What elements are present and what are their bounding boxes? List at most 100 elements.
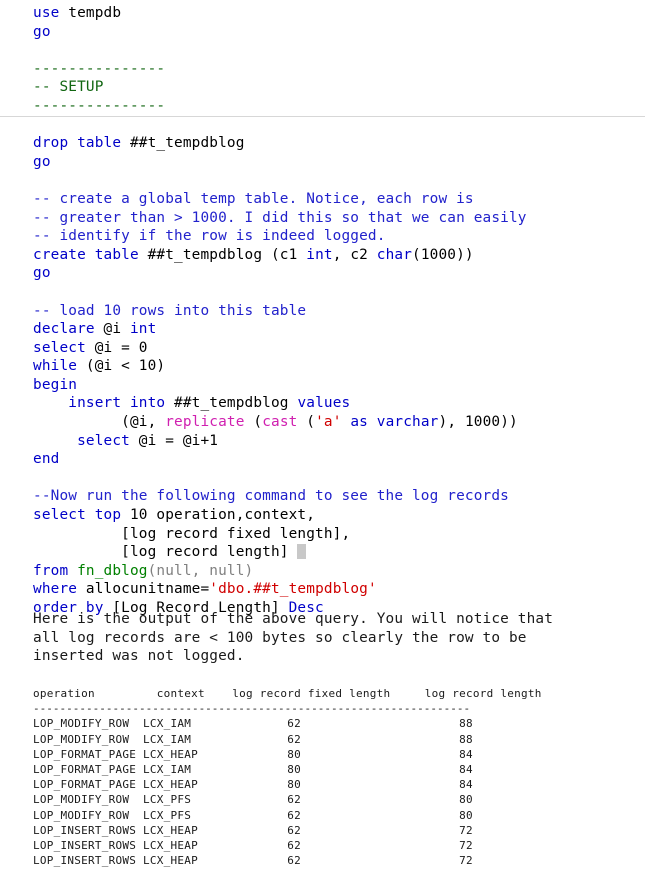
prose-line: Here is the output of the above query. Y…: [33, 611, 554, 627]
code-line: --Now run the following command to see t…: [0, 487, 645, 506]
sql-code-listing[interactable]: use tempdb go --------------- -- SETUP ----…: [0, 4, 645, 618]
code-line: go: [0, 153, 645, 172]
code-token: drop table: [33, 135, 122, 152]
code-token: 10 operation,context,: [121, 507, 316, 524]
results-row: LOP_FORMAT_PAGE LCX_HEAP 80 84: [33, 778, 473, 792]
code-token: , c2: [332, 246, 377, 263]
code-token: select: [77, 432, 130, 449]
code-line: ---------------: [0, 97, 645, 116]
prose-line: inserted was not logged.: [33, 648, 245, 665]
code-token: [log record fixed length],: [33, 525, 351, 542]
code-token: @i = @i+1: [129, 432, 219, 449]
code-token: go: [33, 23, 51, 40]
code-token: ##t_tempdblog: [121, 135, 245, 152]
code-line: go: [0, 23, 645, 42]
code-token: @i = 0: [85, 339, 148, 356]
results-row: LOP_INSERT_ROWS LCX_HEAP 62 72: [33, 823, 473, 837]
code-snippet-page: { "meta": { "language": "tsql", "colors"…: [0, 0, 645, 876]
code-line: -- SETUP: [0, 78, 645, 97]
code-line: select @i = @i+1: [0, 432, 645, 451]
section-divider: [0, 116, 645, 117]
code-token: int: [306, 246, 333, 263]
code-token: @i: [94, 321, 130, 338]
explanatory-prose: Here is the output of the above query. Y…: [0, 610, 645, 666]
code-line: drop table ##t_tempdblog: [0, 134, 645, 153]
code-line: -- greater than > 1000. I did this so th…: [0, 209, 645, 228]
code-token: select: [33, 339, 86, 356]
code-token: ##t_tempdblog: [165, 395, 298, 412]
code-token: select top: [33, 507, 122, 524]
code-token: allocunitname=: [77, 581, 210, 598]
code-token: as varchar: [341, 414, 439, 431]
code-token: ---------------: [33, 97, 166, 114]
code-token: go: [33, 265, 51, 282]
results-row: LOP_MODIFY_ROW LCX_IAM 62 88: [33, 717, 473, 731]
code-token: where: [33, 581, 78, 598]
code-token: tempdb: [59, 5, 122, 21]
code-line: -- identify if the row is indeed logged.: [0, 227, 645, 246]
results-row: LOP_MODIFY_ROW LCX_IAM 62 88: [33, 732, 473, 746]
results-row: LOP_INSERT_ROWS LCX_HEAP 62 72: [33, 854, 473, 868]
code-token: -- load 10 rows into this table: [33, 302, 307, 319]
code-token: --Now run the following command to see t…: [33, 488, 509, 505]
code-token: go: [33, 153, 51, 170]
code-token: [log record length]: [33, 544, 298, 561]
code-token: ---------------: [33, 60, 166, 77]
results-row: LOP_MODIFY_ROW LCX_PFS 62 80: [33, 793, 473, 807]
text-cursor-block: [297, 544, 307, 560]
code-token: -- identify if the row is indeed logged.: [33, 228, 386, 245]
code-token: from: [33, 562, 69, 579]
code-line: [log record fixed length],: [0, 525, 645, 544]
code-token: replicate: [165, 414, 245, 431]
code-token: create table: [33, 246, 139, 263]
code-token: values: [297, 395, 351, 412]
results-header-row: operation context log record fixed lengt…: [33, 687, 542, 700]
results-row: LOP_MODIFY_ROW LCX_PFS 62 80: [33, 808, 473, 822]
code-line: ---------------: [0, 60, 645, 79]
code-token: (: [244, 414, 263, 431]
code-token: insert into: [68, 395, 166, 412]
code-token: (1000)): [412, 246, 474, 263]
code-line: create table ##t_tempdblog (c1 int, c2 c…: [0, 246, 645, 265]
code-token: use: [33, 5, 60, 21]
code-line: from fn_dblog(null, null): [0, 562, 645, 581]
code-token: (@i,: [33, 414, 166, 431]
code-token: ##t_tempdblog (c1: [138, 246, 307, 263]
code-line: begin: [0, 376, 645, 395]
code-token: (: [297, 414, 316, 431]
code-line: [log record length]: [0, 543, 645, 562]
code-token: (null, null): [147, 562, 254, 579]
code-token: 'a': [315, 414, 342, 431]
code-line: -- load 10 rows into this table: [0, 302, 645, 321]
code-line: -- create a global temp table. Notice, e…: [0, 190, 645, 209]
code-token: int: [129, 321, 157, 338]
code-line: declare @i int: [0, 320, 645, 339]
code-token: while: [33, 358, 78, 375]
code-token: ), 1000)): [438, 414, 518, 431]
code-line: insert into ##t_tempdblog values: [0, 394, 645, 413]
code-token: declare: [33, 321, 95, 338]
code-line: select @i = 0: [0, 339, 645, 358]
code-line: where allocunitname='dbo.##t_tempdblog': [0, 580, 645, 599]
code-line: use tempdb: [0, 4, 645, 23]
code-token: 'dbo.##t_tempdblog': [209, 581, 377, 598]
code-line: select top 10 operation,context,: [0, 506, 645, 525]
code-token: end: [33, 451, 60, 468]
results-header-separator: ----------------------------------------…: [33, 702, 471, 716]
code-line: while (@i < 10): [0, 357, 645, 376]
code-line: (@i, replicate (cast ('a' as varchar), 1…: [0, 413, 645, 432]
results-row: LOP_FORMAT_PAGE LCX_IAM 80 84: [33, 762, 473, 776]
prose-line: all log records are < 100 bytes so clear…: [33, 629, 527, 646]
code-token: char: [376, 246, 413, 263]
results-row: LOP_INSERT_ROWS LCX_HEAP 62 72: [33, 838, 473, 852]
code-line: go: [0, 264, 645, 283]
code-token: -- greater than > 1000. I did this so th…: [33, 209, 527, 226]
code-token: (@i < 10): [77, 358, 166, 375]
